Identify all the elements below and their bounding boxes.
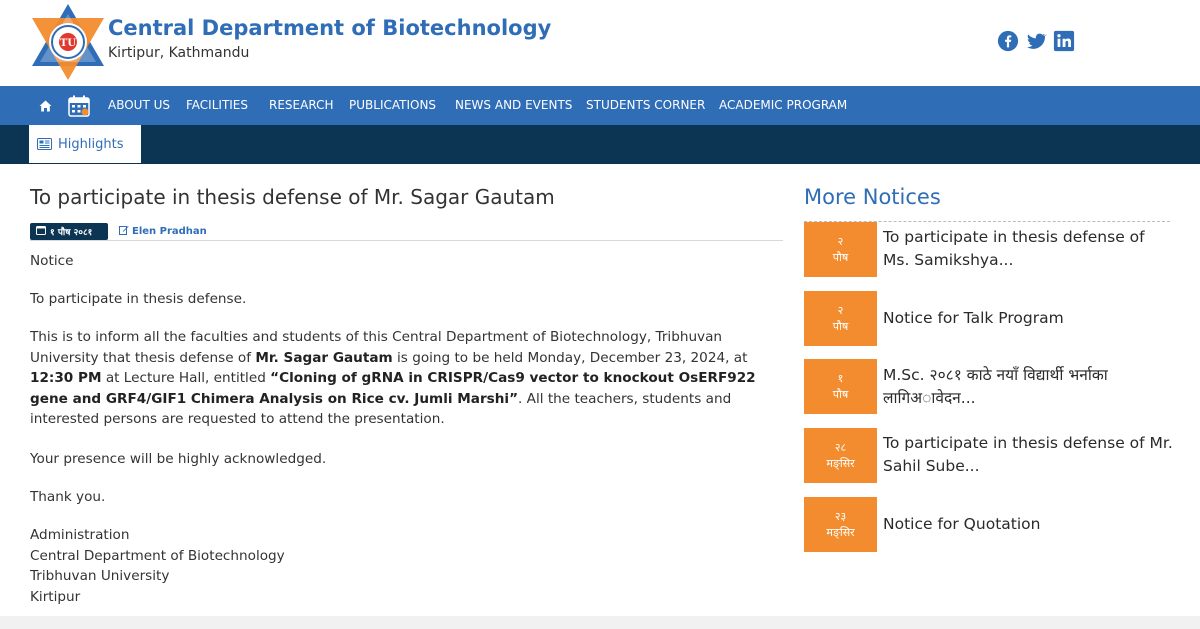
calendar-small-icon: [36, 225, 46, 238]
signature-line: Kirtipur: [30, 588, 81, 605]
main-nav: ABOUT US FACILITIES RESEARCH PUBLICATION…: [0, 86, 1200, 125]
facebook-icon[interactable]: [997, 30, 1019, 52]
date-badge: १ पौष २०८१: [30, 223, 108, 240]
svg-text:TU: TU: [60, 38, 76, 49]
highlights-label: Highlights: [58, 136, 124, 152]
nav-about-us[interactable]: ABOUT US: [108, 86, 170, 125]
signature-line: Tribhuvan University: [30, 568, 170, 584]
author-name: Elen Pradhan: [132, 226, 207, 237]
site-subtitle: Kirtipur, Kathmandu: [108, 45, 250, 61]
nav-research[interactable]: RESEARCH: [269, 86, 333, 125]
notice-link[interactable]: To participate in thesis defense of Mr. …: [883, 432, 1173, 478]
notice-link[interactable]: Notice for Talk Program: [883, 307, 1173, 330]
nav-news-and-events[interactable]: NEWS AND EVENTS: [455, 86, 572, 125]
post-date: १ पौष २०८१: [50, 228, 93, 238]
linkedin-icon[interactable]: [1053, 30, 1075, 52]
notice-link[interactable]: Notice for Quotation: [883, 513, 1173, 536]
site-title[interactable]: Central Department of Biotechnology: [108, 16, 551, 40]
site-header: TU Central Department of Biotechnology K…: [0, 0, 1200, 86]
calendar-icon[interactable]: [66, 86, 92, 125]
nav-facilities[interactable]: FACILITIES: [186, 86, 248, 125]
notice-body-paragraph: This is to inform all the faculties and …: [30, 329, 756, 427]
notice-label: Notice: [30, 253, 74, 269]
notice-date-badge: २८ मङ्सिर: [804, 428, 877, 483]
newspaper-icon: [37, 135, 52, 154]
more-notices-heading: More Notices: [804, 185, 941, 209]
defense-time: 12:30 PM: [30, 370, 102, 386]
university-logo[interactable]: TU: [30, 2, 106, 82]
author-link[interactable]: Elen Pradhan: [119, 225, 207, 238]
notice-date-badge: १ पौष: [804, 359, 877, 414]
sub-nav: Highlights: [0, 125, 1200, 164]
home-icon[interactable]: [35, 86, 55, 125]
signature-line: Central Department of Biotechnology: [30, 547, 285, 564]
thank-you-text: Thank you.: [30, 489, 106, 505]
notice-date-badge: २ पौष: [804, 291, 877, 346]
highlights-tab[interactable]: Highlights: [29, 125, 141, 163]
signature-line: Administration: [30, 527, 130, 543]
notice-subject: To participate in thesis defense.: [30, 291, 247, 307]
notice-link[interactable]: M.Sc. २०८१ काठे नयाँ विद्यार्थी भर्नाका …: [883, 364, 1173, 410]
notice-date-badge: २३ मङ्सिर: [804, 497, 877, 552]
nav-academic-program[interactable]: ACADEMIC PROGRAM: [719, 86, 847, 125]
signature-block: Administration Central Department of Bio…: [30, 525, 782, 607]
meta-divider: [30, 240, 783, 241]
acknowledgement-text: Your presence will be highly acknowledge…: [30, 451, 327, 467]
nav-publications[interactable]: PUBLICATIONS: [349, 86, 436, 125]
nav-students-corner[interactable]: STUDENTS CORNER: [586, 86, 705, 125]
edit-icon: [119, 225, 129, 238]
article-title: To participate in thesis defense of Mr. …: [30, 185, 555, 209]
candidate-name: Mr. Sagar Gautam: [255, 349, 393, 366]
notice-link[interactable]: To participate in thesis defense of Ms. …: [883, 226, 1173, 272]
twitter-icon[interactable]: [1025, 30, 1047, 52]
footer-strip: [0, 616, 1200, 629]
notice-date-badge: २ पौष: [804, 222, 877, 277]
